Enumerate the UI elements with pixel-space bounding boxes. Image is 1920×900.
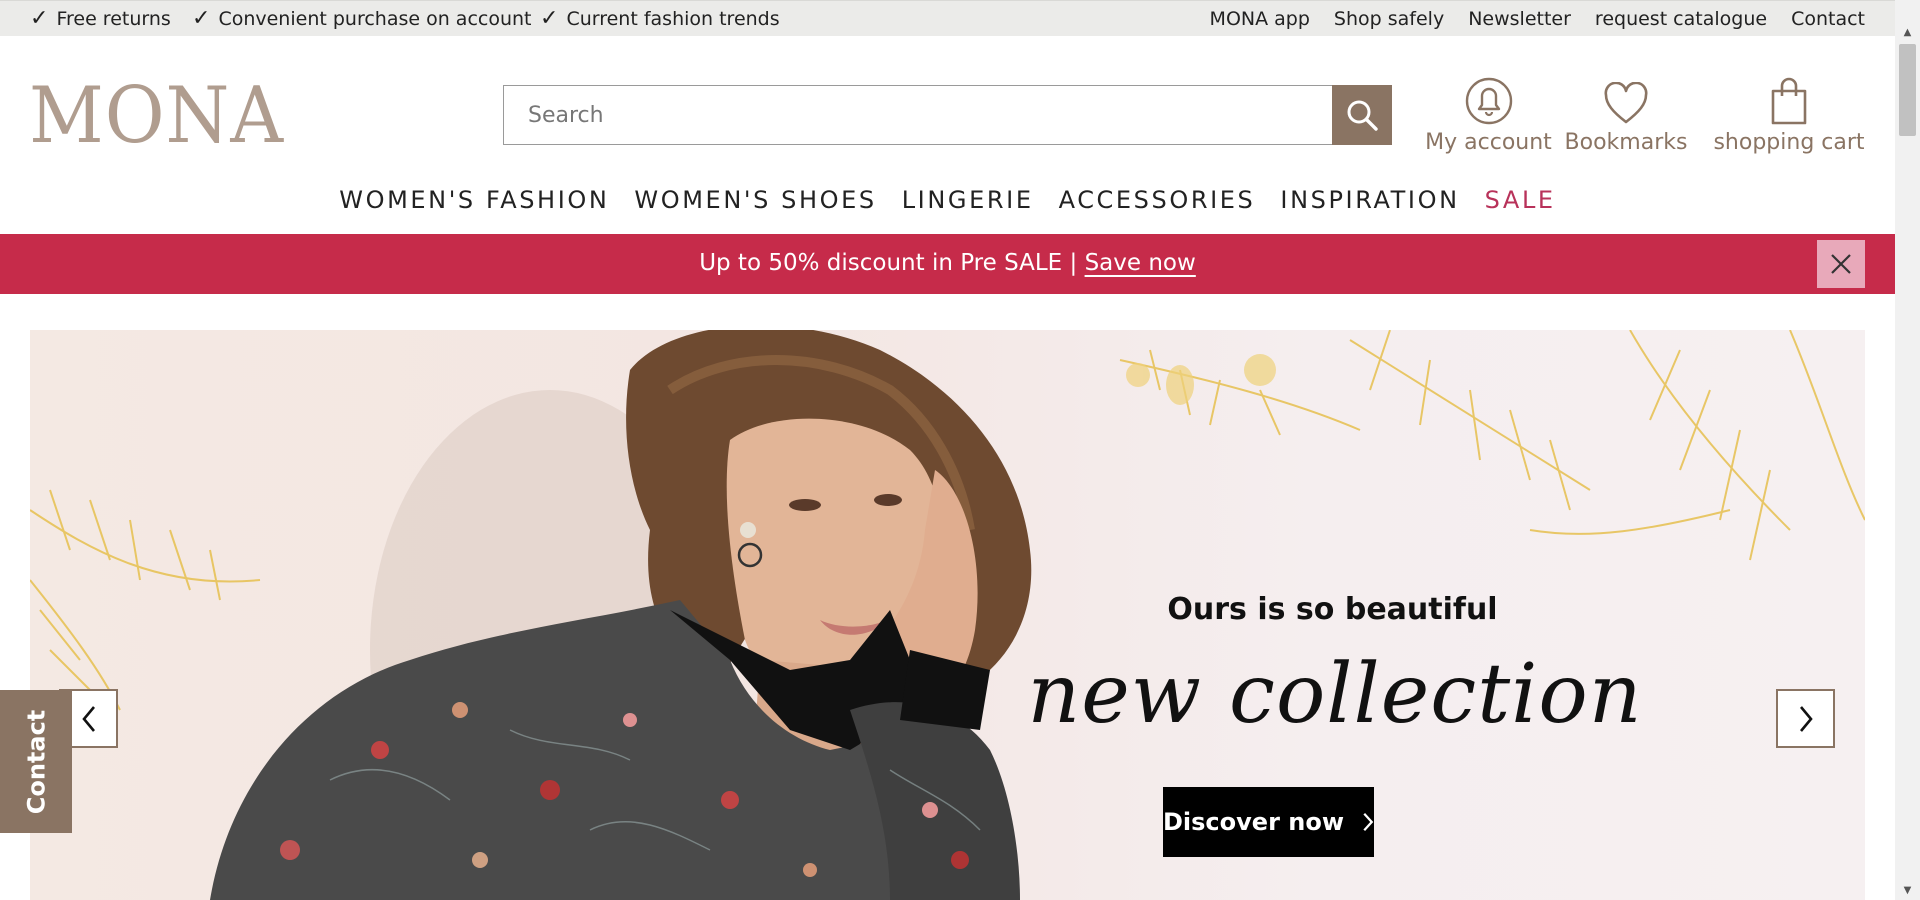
usp-label: Free returns (56, 8, 171, 30)
chevron-left-icon (81, 705, 95, 732)
shopping-cart-label: shopping cart (1713, 130, 1865, 155)
contact-tab-label: Contact (22, 709, 50, 814)
shopping-bag-icon (1771, 77, 1807, 125)
top-utility-bar: ✓ Free returns ✓ Convenient purchase on … (0, 0, 1895, 36)
promo-banner: Up to 50% discount in Pre SALE | Save no… (0, 234, 1895, 294)
promo-save-now-link[interactable]: Save now (1085, 250, 1196, 276)
scrollbar-thumb[interactable] (1899, 44, 1916, 136)
my-account-label: My account (1425, 130, 1552, 155)
nav-lingerie[interactable]: LINGERIE (902, 186, 1034, 214)
search-icon (1347, 100, 1378, 131)
nav-womens-fashion[interactable]: WOMEN'S FASHION (339, 186, 609, 214)
heart-icon (1604, 82, 1648, 124)
my-account-button[interactable]: My account (1411, 70, 1566, 155)
scroll-down-icon[interactable]: ▼ (1895, 880, 1920, 900)
check-icon: ✓ (192, 6, 211, 31)
cta-label: Discover now (1163, 808, 1345, 836)
hero-slider: Ours is so beautiful new collection Disc… (30, 330, 1865, 900)
usp-fashion-trends: ✓ Current fashion trends (540, 6, 780, 31)
link-newsletter[interactable]: Newsletter (1468, 8, 1571, 30)
usp-purchase-on-account: ✓ Convenient purchase on account (192, 6, 532, 31)
hero-kicker: Ours is so beautiful (1167, 592, 1498, 627)
link-mona-app[interactable]: MONA app (1210, 8, 1310, 30)
nav-inspiration[interactable]: INSPIRATION (1280, 186, 1459, 214)
usp-label: Convenient purchase on account (218, 8, 532, 30)
promo-text: Up to 50% discount in Pre SALE | (699, 250, 1078, 276)
link-contact[interactable]: Contact (1791, 8, 1865, 30)
search-button[interactable] (1332, 85, 1392, 145)
slider-next-button[interactable] (1776, 689, 1835, 748)
bookmarks-label: Bookmarks (1564, 130, 1688, 155)
shopping-cart-button[interactable]: shopping cart (1710, 70, 1868, 155)
top-links: MONA app Shop safely Newsletter request … (1186, 8, 1865, 30)
nav-accessories[interactable]: ACCESSORIES (1059, 186, 1256, 214)
discover-now-button[interactable]: Discover now (1163, 787, 1374, 857)
link-shop-safely[interactable]: Shop safely (1334, 8, 1444, 30)
check-icon: ✓ (30, 6, 49, 31)
usp-label: Current fashion trends (566, 8, 780, 30)
promo-close-button[interactable] (1817, 240, 1865, 288)
check-icon: ✓ (540, 6, 559, 31)
nav-womens-shoes[interactable]: WOMEN'S SHOES (634, 186, 876, 214)
contact-side-tab[interactable]: Contact (0, 690, 72, 833)
usp-free-returns: ✓ Free returns (30, 6, 171, 31)
search-bar (503, 85, 1392, 145)
nav-sale[interactable]: SALE (1485, 186, 1556, 214)
page-scrollbar[interactable]: ▲ ▼ (1895, 0, 1920, 900)
logo-text: MONA (29, 76, 285, 148)
bookmarks-button[interactable]: Bookmarks (1562, 70, 1690, 155)
main-navigation: WOMEN'S FASHION WOMEN'S SHOES LINGERIE A… (0, 186, 1895, 214)
chevron-right-icon (1363, 813, 1374, 831)
mona-logo[interactable]: MONA (29, 71, 289, 161)
scroll-up-icon[interactable]: ▲ (1895, 22, 1920, 42)
hero-image (30, 330, 1865, 900)
link-request-catalogue[interactable]: request catalogue (1595, 8, 1767, 30)
promo-text-wrap: Up to 50% discount in Pre SALE | Save no… (0, 250, 1895, 276)
close-icon (1831, 254, 1851, 274)
chevron-right-icon (1799, 705, 1813, 732)
hero-headline: new collection (1027, 647, 1643, 742)
search-input[interactable] (504, 86, 1332, 144)
account-icon (1465, 77, 1512, 125)
